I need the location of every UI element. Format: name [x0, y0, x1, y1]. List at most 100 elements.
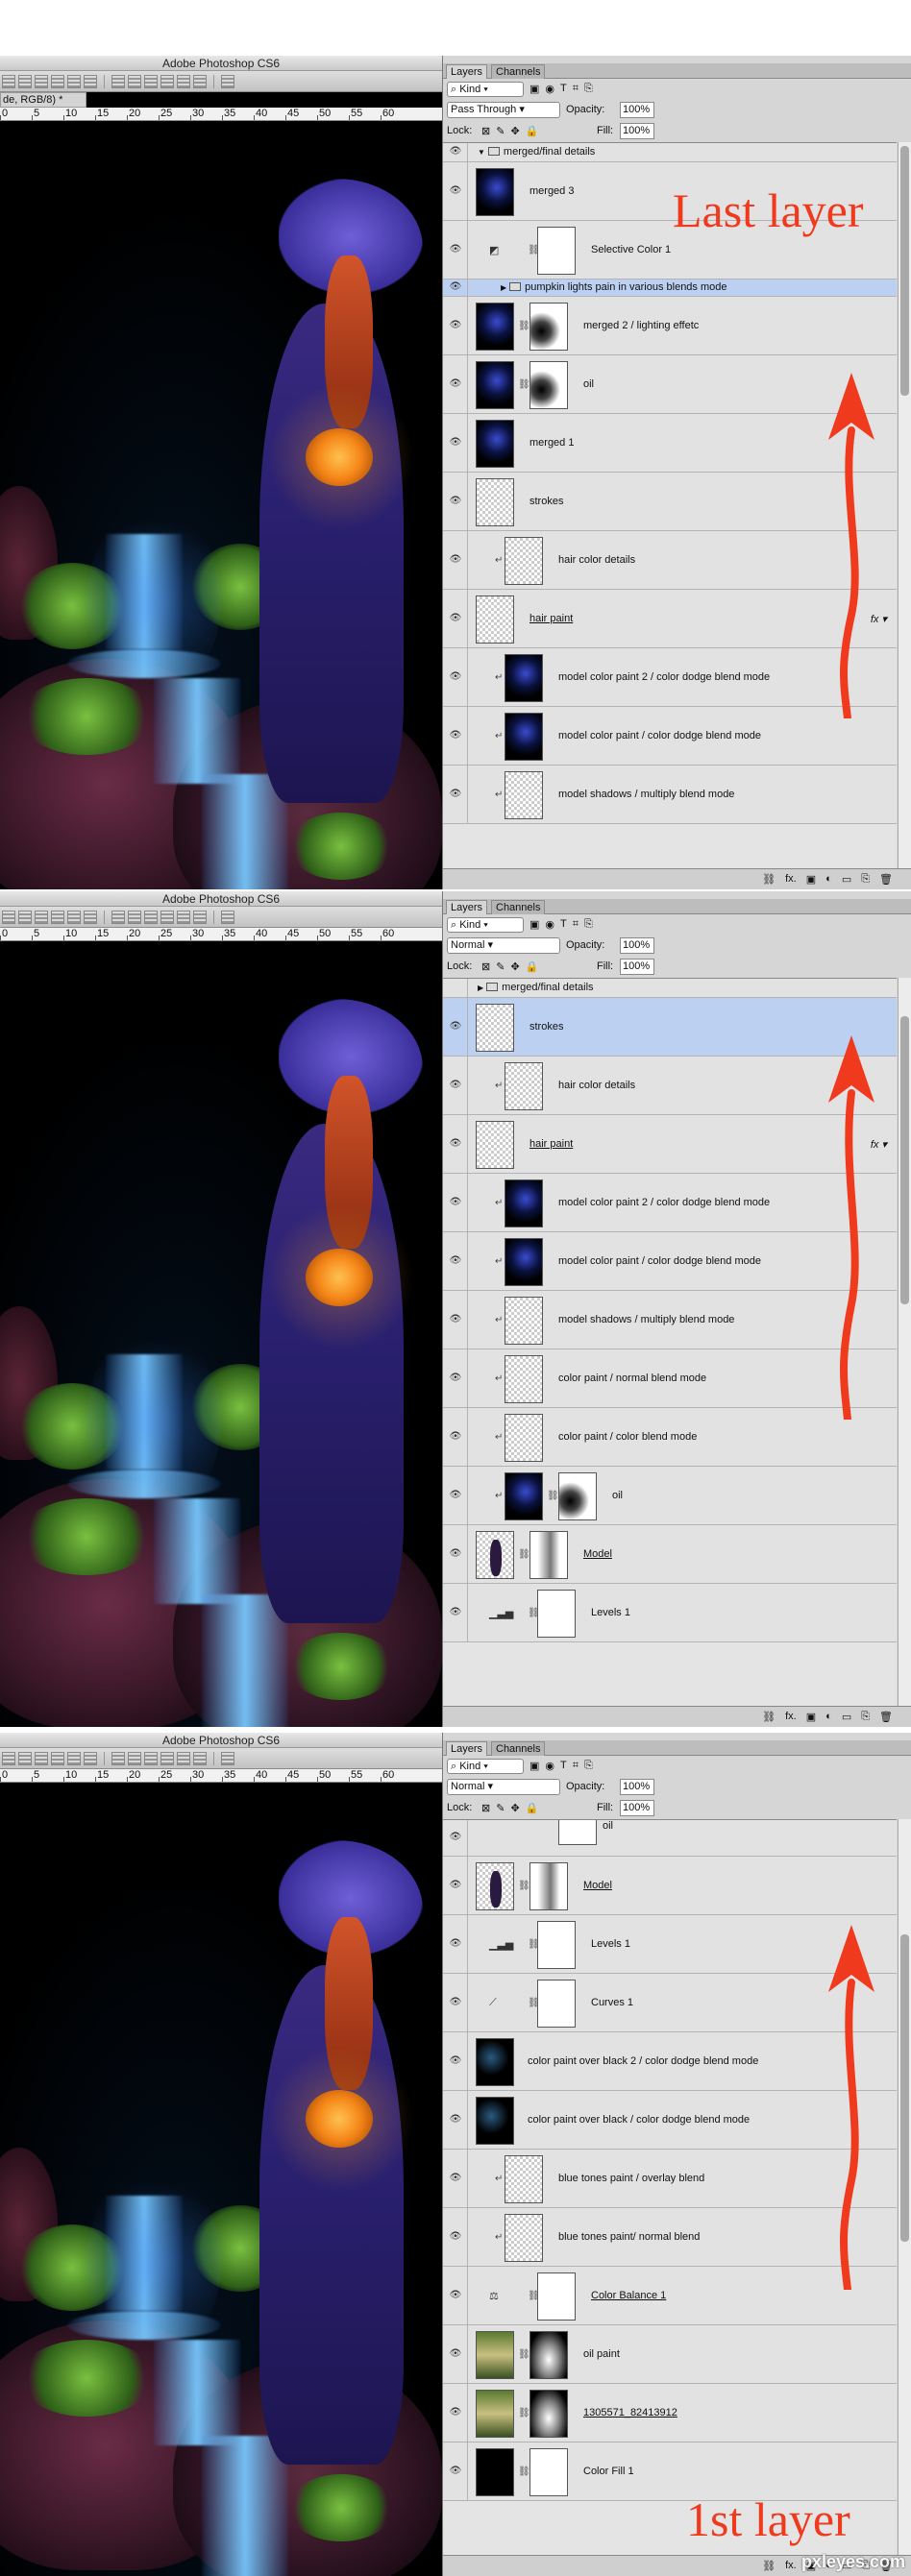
layer-thumbnail[interactable] — [505, 1471, 543, 1520]
blend-mode-select[interactable]: Normal ▾ — [447, 937, 560, 954]
shape-filter-icon[interactable]: ⌗ — [573, 83, 579, 95]
align-icons[interactable] — [2, 911, 234, 924]
layer-row[interactable]: 👁 ⛓ Model — [443, 1525, 897, 1584]
layer-thumbnail[interactable] — [505, 2213, 543, 2262]
blend-mode-select[interactable]: Normal ▾ — [447, 1779, 560, 1795]
layer-thumbnail[interactable] — [505, 1354, 543, 1403]
align-left-icon[interactable] — [51, 911, 64, 924]
align-vcenter-icon[interactable] — [18, 75, 32, 88]
fill-input[interactable]: 100% — [620, 123, 654, 139]
align-right-icon[interactable] — [84, 911, 97, 924]
eye-icon[interactable]: 👁 — [449, 146, 462, 157]
lock-all-icon[interactable]: 🔒 — [526, 1802, 539, 1814]
layer-thumbnail[interactable] — [476, 2037, 514, 2086]
distribute-bottom-icon[interactable] — [144, 75, 158, 88]
eye-icon[interactable]: 👁 — [449, 1373, 462, 1383]
align-bottom-icon[interactable] — [35, 911, 48, 924]
layer-name[interactable]: Selective Color 1 — [591, 244, 671, 255]
distribute-center-icon[interactable] — [128, 75, 141, 88]
layers-scrollbar[interactable] — [898, 1819, 911, 2555]
expand-right-icon[interactable]: ▶ — [478, 984, 483, 992]
layer-row[interactable]: 👁 ▶ pumpkin lights pain in various blends … — [443, 279, 897, 297]
distribute-right-icon[interactable] — [193, 75, 207, 88]
mask-link-icon[interactable]: ⛓ — [547, 1491, 559, 1501]
eye-icon[interactable]: 👁 — [449, 320, 462, 330]
layer-row[interactable]: 👁 ⛓ Model — [443, 1857, 897, 1915]
lock-position-icon[interactable]: ✥ — [510, 125, 519, 137]
layer-row[interactable]: ▶ merged/final details — [443, 979, 897, 998]
kind-filter-select[interactable]: ⌕ Kind ▾ — [447, 82, 524, 97]
layer-thumbnail[interactable] — [476, 167, 514, 216]
kind-filter-select[interactable]: ⌕ Kind ▾ — [447, 917, 524, 933]
eye-icon[interactable]: 👁 — [449, 671, 462, 682]
distribute-bottom-icon[interactable] — [144, 1752, 158, 1765]
distribute-hcenter-icon[interactable] — [177, 1752, 190, 1765]
layer-row[interactable]: 👁 oil — [443, 1820, 897, 1857]
lock-position-icon[interactable]: ✥ — [510, 1802, 519, 1814]
distribute-bottom-icon[interactable] — [144, 911, 158, 924]
mask-link-icon[interactable]: ⛓ — [518, 1549, 530, 1560]
eye-icon[interactable]: 👁 — [449, 185, 462, 196]
layer-thumbnail[interactable] — [476, 1861, 514, 1910]
layer-thumbnail[interactable] — [476, 595, 514, 644]
layer-name[interactable]: Model — [583, 1548, 612, 1560]
distribute-hcenter-icon[interactable] — [177, 75, 190, 88]
new-group-icon[interactable]: ▭ — [842, 1711, 851, 1723]
align-icons[interactable] — [2, 1752, 234, 1765]
distribute-right-icon[interactable] — [193, 1752, 207, 1765]
eye-icon[interactable]: 👁 — [449, 244, 462, 255]
eye-icon[interactable]: 👁 — [449, 378, 462, 389]
eye-icon[interactable]: 👁 — [449, 2290, 462, 2300]
eye-icon[interactable]: 👁 — [449, 1314, 462, 1324]
layer-name[interactable]: merged 3 — [529, 185, 574, 197]
layer-name[interactable]: Color Fill 1 — [583, 2466, 634, 2477]
layer-name[interactable]: model color paint / color dodge blend mo… — [558, 1255, 761, 1267]
eye-icon[interactable]: 👁 — [449, 2055, 462, 2066]
eye-icon[interactable]: 👁 — [449, 1255, 462, 1266]
canvas[interactable] — [0, 941, 442, 1727]
distribute-top-icon[interactable] — [111, 911, 125, 924]
layer-name[interactable]: model shadows / multiply blend mode — [558, 789, 734, 800]
align-right-icon[interactable] — [84, 75, 97, 88]
layer-name[interactable]: oil — [603, 1820, 613, 1832]
layer-thumbnail[interactable] — [505, 1296, 543, 1345]
eye-icon[interactable]: 👁 — [449, 437, 462, 448]
layer-thumbnail[interactable] — [476, 1120, 514, 1169]
pixel-filter-icon[interactable]: ▣ — [529, 83, 539, 95]
layer-thumbnail[interactable] — [476, 1530, 514, 1579]
layer-name[interactable]: blue tones paint / overlay blend — [558, 2173, 704, 2184]
fill-input[interactable]: 100% — [620, 1800, 654, 1816]
distribute-center-icon[interactable] — [128, 1752, 141, 1765]
mask-link-icon[interactable]: ⛓ — [518, 2349, 530, 2360]
opacity-input[interactable]: 100% — [620, 937, 654, 954]
tab-channels[interactable]: Channels — [491, 64, 546, 79]
adjustment-filter-icon[interactable]: ◉ — [545, 918, 554, 931]
link-layers-icon[interactable]: ⛓ — [762, 873, 776, 886]
layer-thumbnail[interactable] — [476, 2389, 514, 2438]
layer-name[interactable]: hair paint — [529, 1138, 573, 1150]
lock-transparent-icon[interactable]: ⊠ — [481, 960, 490, 973]
new-layer-icon[interactable]: ⎘ — [861, 873, 870, 886]
layer-name[interactable]: color paint over black / color dodge ble… — [528, 2114, 750, 2126]
link-layers-icon[interactable]: ⛓ — [762, 2560, 776, 2572]
layer-name[interactable]: model color paint 2 / color dodge blend … — [558, 1197, 770, 1208]
type-filter-icon[interactable]: T — [560, 1760, 567, 1772]
type-filter-icon[interactable]: T — [560, 83, 567, 95]
align-vcenter-icon[interactable] — [18, 911, 32, 924]
eye-icon[interactable]: 👁 — [449, 2466, 462, 2476]
align-hcenter-icon[interactable] — [67, 1752, 81, 1765]
layer-thumbnail[interactable] — [476, 2330, 514, 2379]
trash-icon[interactable]: 🗑 — [879, 1711, 893, 1723]
align-left-icon[interactable] — [51, 1752, 64, 1765]
eye-icon[interactable]: 👁 — [449, 613, 462, 623]
align-bottom-icon[interactable] — [35, 1752, 48, 1765]
layer-name[interactable]: model color paint 2 / color dodge blend … — [558, 671, 770, 683]
layer-thumbnail[interactable] — [505, 1061, 543, 1110]
expand-down-icon[interactable]: ▼ — [478, 148, 485, 157]
eye-icon[interactable]: 👁 — [449, 281, 462, 292]
layer-thumbnail[interactable] — [505, 712, 543, 761]
eye-icon[interactable]: 👁 — [449, 1021, 462, 1032]
eye-icon[interactable]: 👁 — [449, 1490, 462, 1500]
eye-icon[interactable]: 👁 — [449, 2173, 462, 2183]
align-vcenter-icon[interactable] — [18, 1752, 32, 1765]
